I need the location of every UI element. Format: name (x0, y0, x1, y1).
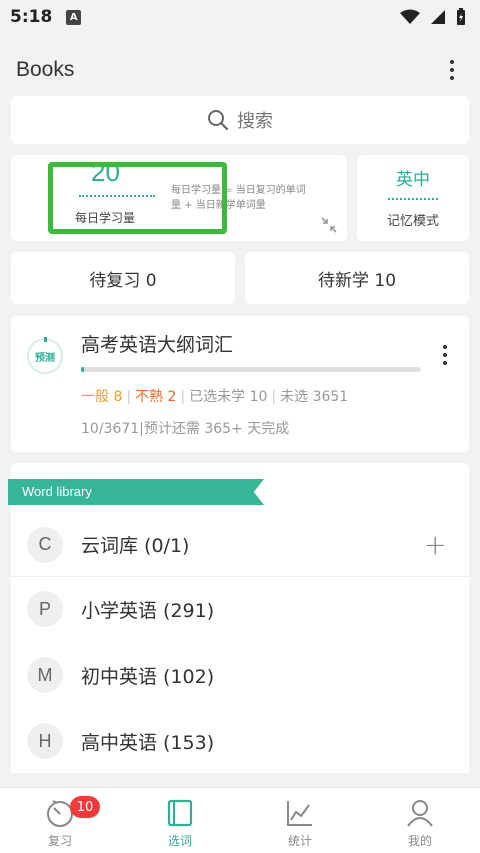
library-item-primary[interactable]: P 小学英语 (291) (11, 577, 469, 641)
memory-mode-value: 英中 (396, 170, 430, 190)
nav-stats[interactable]: 统计 (240, 788, 360, 853)
library-item-label: 高中英语 (153) (81, 731, 215, 754)
add-icon[interactable]: + (424, 530, 447, 559)
nav-select-words-label: 选词 (167, 834, 192, 848)
search-icon (208, 110, 229, 131)
user-icon (407, 800, 433, 827)
library-item-cloud[interactable]: C 云词库 (0/1) + (11, 513, 469, 577)
stat-unfamiliar: 不熟 2 (135, 389, 177, 405)
separator: | (271, 389, 277, 405)
library-item-label: 小学英语 (291) (81, 599, 215, 622)
nav-profile[interactable]: 我的 (360, 788, 480, 853)
library-letter-avatar: P (27, 591, 63, 627)
review-count-badge: 10 (70, 796, 100, 818)
search-placeholder: 搜索 (237, 111, 273, 132)
page-title: Books (16, 58, 75, 81)
collapse-icon[interactable] (319, 215, 339, 235)
wifi-icon (400, 9, 420, 24)
search-bar[interactable]: 搜索 (11, 96, 469, 144)
book-eta: 10/3671|预计还需 365+ 天完成 (81, 418, 289, 438)
stat-general: 一般 8 (81, 389, 123, 405)
word-library-card: Word library C 云词库 (0/1) + P 小学英语 (291) … (8, 463, 469, 773)
dot (450, 68, 454, 72)
library-letter-avatar: H (27, 723, 63, 759)
daily-count-underline (79, 195, 155, 197)
dot (443, 345, 447, 349)
library-letter-avatar: M (27, 657, 63, 693)
badge-tick (44, 337, 47, 342)
daily-description: 每日学习量 = 当日复习的单词量 + 当日新学单词量 (171, 185, 306, 211)
library-letter-avatar: C (27, 526, 63, 563)
book-icon (167, 799, 193, 827)
nav-review[interactable]: 10 复习 (0, 788, 120, 853)
memory-mode-card[interactable]: 英中 记忆模式 (357, 155, 469, 241)
separator: | (180, 389, 186, 405)
pending-review-button[interactable]: 待复习 0 (11, 252, 235, 304)
book-progress-bar (81, 367, 421, 372)
battery-icon (457, 8, 465, 25)
overflow-menu-icon[interactable] (440, 54, 464, 86)
daily-count: 20 (91, 157, 120, 187)
library-item-label: 初中英语 (102) (81, 665, 215, 688)
book-progress-fill (81, 367, 85, 372)
nav-stats-label: 统计 (287, 834, 312, 848)
book-overflow-icon[interactable] (439, 342, 451, 368)
nav-review-label: 复习 (47, 834, 72, 848)
dot (443, 361, 447, 365)
nav-profile-label: 我的 (407, 834, 432, 848)
status-bar: 5:18 A (0, 0, 480, 34)
book-card[interactable]: 预测 高考英语大纲词汇 一般 8 | 不熟 2 | 已选未学 10 | 未选 3651 10… (11, 316, 469, 452)
bottom-nav: 10 复习 选词 统计 我的 (0, 787, 480, 853)
library-item-label: 云词库 (0/1) (81, 535, 190, 557)
dot (450, 76, 454, 80)
library-item-high[interactable]: H 高中英语 (153) (11, 709, 469, 773)
stat-unselected: 未选 3651 (280, 389, 349, 405)
status-icons (400, 8, 466, 26)
book-count: 10/3671 (81, 421, 140, 437)
memory-mode-underline (388, 198, 438, 200)
forecast-badge[interactable]: 预测 (27, 337, 63, 374)
forecast-badge-label: 预测 (35, 352, 55, 364)
memory-mode-label: 记忆模式 (386, 214, 439, 229)
book-eta-text: 预计还需 365+ 天完成 (143, 421, 290, 437)
daily-label: 每日学习量 (75, 211, 136, 225)
separator: | (126, 389, 132, 405)
chart-icon (287, 801, 312, 826)
daily-plan-card[interactable]: 20 每日学习量 每日学习量 = 当日复习的单词量 + 当日新学单词量 (11, 155, 347, 241)
app-bar: Books (0, 44, 480, 96)
status-time: 5:18 (10, 7, 53, 27)
book-name: 高考英语大纲词汇 (81, 334, 234, 356)
signal-icon (431, 10, 445, 24)
pending-new-button[interactable]: 待新学 10 (245, 252, 469, 304)
library-item-middle[interactable]: M 初中英语 (102) (11, 643, 469, 707)
dot (443, 353, 447, 357)
dot (450, 60, 454, 64)
word-library-ribbon: Word library (8, 479, 264, 505)
stat-selected-unlearned: 已选未学 10 (189, 389, 268, 405)
book-stats: 一般 8 | 不熟 2 | 已选未学 10 | 未选 3651 (81, 386, 348, 406)
nav-select-words[interactable]: 选词 (120, 788, 240, 853)
notification-icon: A (66, 9, 82, 25)
